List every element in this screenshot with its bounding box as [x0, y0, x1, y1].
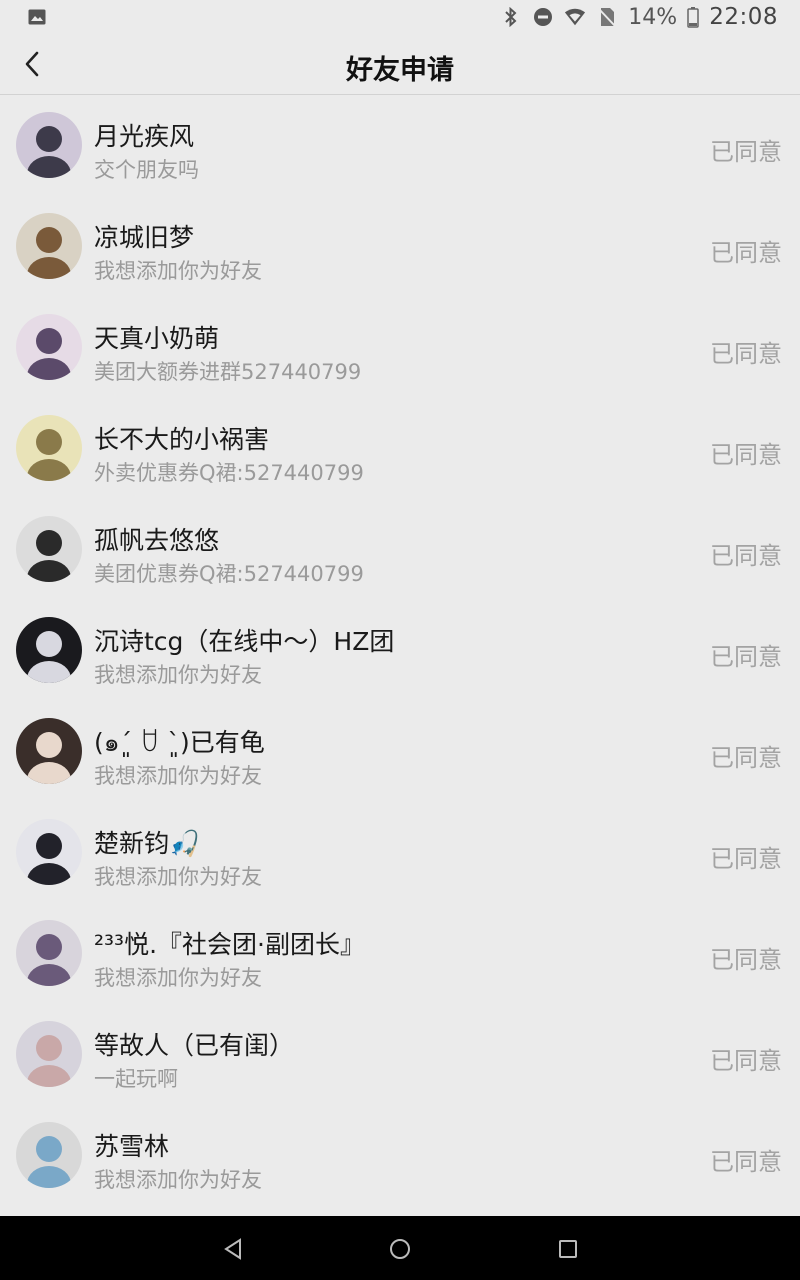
- request-message: 我想添加你为好友: [94, 966, 262, 990]
- avatar[interactable]: [16, 819, 82, 885]
- request-status: 已同意: [710, 744, 782, 772]
- friend-request-row[interactable]: 楚新钧🎣 我想添加你为好友 已同意: [0, 803, 800, 904]
- clock: 22:08: [709, 4, 778, 30]
- screen: 14% 22:08 好友申请 月光疾风 交个朋友吗 已同意 凉城旧梦 我想添加你为好友已…: [0, 0, 800, 1280]
- request-status: 已同意: [710, 1148, 782, 1176]
- avatar[interactable]: [16, 314, 82, 380]
- status-icons: 14% 22:08: [500, 4, 778, 30]
- avatar[interactable]: [16, 516, 82, 582]
- avatar-image: [16, 1021, 82, 1087]
- home-circle-icon: [390, 1239, 410, 1259]
- avatar[interactable]: [16, 617, 82, 683]
- requester-name: 凉城旧梦: [94, 223, 195, 252]
- back-triangle-icon: [224, 1238, 241, 1260]
- requester-name: (๑ˊ͈ ꇴ ˋ͈)已有龟: [94, 728, 265, 757]
- requester-name: 天真小奶萌: [94, 324, 220, 353]
- request-status: 已同意: [710, 946, 782, 974]
- nav-back-button[interactable]: [218, 1234, 248, 1264]
- avatar-image: [16, 213, 82, 279]
- bluetooth-icon: [500, 6, 522, 28]
- friend-request-row[interactable]: (๑ˊ͈ ꇴ ˋ͈)已有龟我想添加你为好友 已同意: [0, 702, 800, 803]
- friend-request-row[interactable]: 苏雪林我想添加你为好友 已同意: [0, 1106, 800, 1207]
- page-title: 好友申请: [346, 55, 454, 86]
- request-status: 已同意: [710, 138, 782, 166]
- request-message: 我想添加你为好友: [94, 1168, 262, 1192]
- avatar[interactable]: [16, 718, 82, 784]
- requester-name: 苏雪林: [94, 1132, 170, 1161]
- do-not-disturb-icon: [532, 6, 554, 28]
- request-status: 已同意: [710, 643, 782, 671]
- avatar[interactable]: [16, 1021, 82, 1087]
- title-bar: 好友申请: [0, 34, 800, 95]
- friend-request-row[interactable]: 长不大的小祸害外卖优惠券Q裙:527440799 已同意: [0, 399, 800, 500]
- avatar-image: [16, 1122, 82, 1188]
- request-status: 已同意: [710, 239, 782, 267]
- requester-name: 长不大的小祸害: [94, 425, 270, 454]
- requester-name: 孤帆去悠悠: [94, 526, 220, 555]
- friend-request-row[interactable]: 凉城旧梦我想添加你为好友 已同意: [0, 197, 800, 298]
- request-message: 我想添加你为好友: [94, 865, 262, 889]
- request-message: 交个朋友吗: [94, 158, 199, 182]
- avatar[interactable]: [16, 920, 82, 986]
- request-status: 已同意: [710, 1047, 782, 1075]
- requester-name: 等故人（已有闺）: [94, 1031, 295, 1060]
- request-message: 我想添加你为好友: [94, 259, 262, 283]
- requester-name: 月光疾风: [94, 122, 195, 151]
- image-icon: [26, 6, 48, 28]
- friend-request-row[interactable]: 月光疾风交个朋友吗 已同意: [0, 96, 800, 197]
- avatar[interactable]: [16, 213, 82, 279]
- avatar[interactable]: [16, 415, 82, 481]
- requester-name: ²³³悦.『社会团·副团长』: [94, 930, 365, 959]
- requester-name: 沉诗tcg（在线中～）HZ团: [94, 627, 395, 656]
- friend-request-list: 月光疾风 交个朋友吗 已同意 凉城旧梦 我想添加你为好友 已同意 天真小奶萌 美团大额券进群5…: [0, 96, 800, 1207]
- avatar[interactable]: [16, 1122, 82, 1188]
- navigation-bar: [0, 1216, 800, 1280]
- wifi-icon: [564, 6, 586, 28]
- avatar-image: [16, 516, 82, 582]
- friend-request-row[interactable]: 沉诗tcg（在线中～）HZ团我想添加你为好友 已同意: [0, 601, 800, 702]
- avatar-image: [16, 920, 82, 986]
- request-status: 已同意: [710, 845, 782, 873]
- avatar-image: [16, 415, 82, 481]
- request-status: 已同意: [710, 542, 782, 570]
- status-bar: 14% 22:08: [0, 0, 800, 34]
- avatar-image: [16, 617, 82, 683]
- avatar-image: [16, 819, 82, 885]
- friend-request-row[interactable]: ²³³悦.『社会团·副团长』我想添加你为好友 已同意: [0, 904, 800, 1005]
- request-message: 一起玩啊: [94, 1067, 178, 1091]
- friend-request-row[interactable]: 天真小奶萌美团大额券进群527440799 已同意: [0, 298, 800, 399]
- requester-name: 楚新钧🎣: [94, 829, 201, 858]
- request-message: 美团优惠券Q裙:527440799: [94, 562, 364, 586]
- friend-request-row[interactable]: 等故人（已有闺） 一起玩啊 已同意: [0, 1005, 800, 1106]
- recents-square-icon: [559, 1240, 577, 1258]
- avatar[interactable]: [16, 112, 82, 178]
- nav-recents-button[interactable]: [553, 1234, 583, 1264]
- request-message: 我想添加你为好友: [94, 764, 262, 788]
- request-message: 美团大额券进群527440799: [94, 360, 362, 384]
- request-message: 外卖优惠券Q裙:527440799: [94, 461, 364, 485]
- request-status: 已同意: [710, 441, 782, 469]
- friend-request-row[interactable]: 孤帆去悠悠美团优惠券Q裙:527440799 已同意: [0, 500, 800, 601]
- request-message: 我想添加你为好友: [94, 663, 262, 687]
- avatar-image: [16, 112, 82, 178]
- battery-charging-icon: [687, 6, 699, 28]
- avatar-image: [16, 314, 82, 380]
- battery-percent: 14%: [628, 4, 678, 30]
- avatar-image: [16, 718, 82, 784]
- no-sim-icon: [596, 6, 618, 28]
- request-status: 已同意: [710, 340, 782, 368]
- nav-home-button[interactable]: [385, 1234, 415, 1264]
